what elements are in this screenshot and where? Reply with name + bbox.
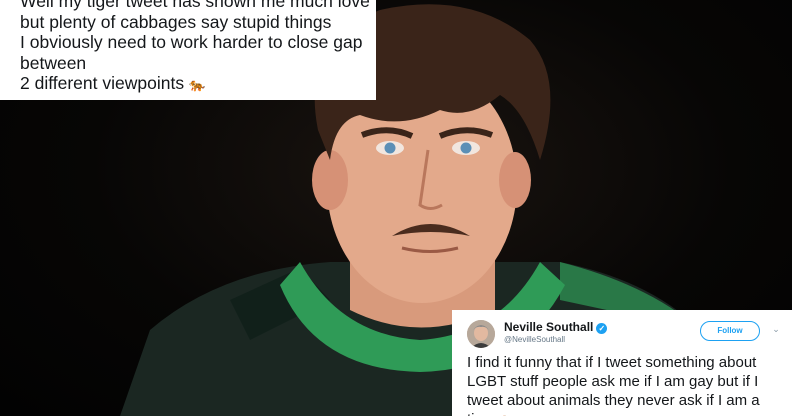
avatar[interactable] (467, 320, 495, 348)
avatar-image (467, 320, 495, 348)
tweet-line: I obviously need to work harder to close… (20, 32, 363, 52)
tweet-body: I find it funny that if I tweet somethin… (467, 353, 787, 416)
follow-button[interactable]: Follow (700, 321, 760, 341)
tweet-line-text: 2 different viewpoints (20, 73, 185, 93)
chevron-down-icon[interactable]: ⌄ (769, 322, 783, 336)
author-name-text[interactable]: Neville Southall (504, 320, 593, 334)
tweet-body-text: I find it funny that if I tweet somethin… (467, 354, 760, 416)
tweet-line: between (20, 52, 87, 73)
verified-badge-icon: ✓ (596, 323, 608, 334)
tweet-line: 2 different viewpoints 🐅 (20, 73, 376, 96)
tweet-line: but plenty of cabbages say stupid things (20, 11, 332, 32)
tiger-emoji-icon: 🐅 (500, 410, 516, 416)
author-handle[interactable]: @NevilleSouthall (504, 335, 565, 344)
tiger-emoji-icon: 🐅 (188, 77, 206, 92)
embedded-tweet-card: Neville Southall ✓ @NevilleSouthall Follo… (452, 310, 792, 416)
top-tweet-text: Well my tiger tweet has shown me much lo… (0, 0, 376, 100)
author-name[interactable]: Neville Southall ✓ (504, 320, 608, 334)
tweet-line: Well my tiger tweet has shown me much lo… (20, 0, 370, 11)
